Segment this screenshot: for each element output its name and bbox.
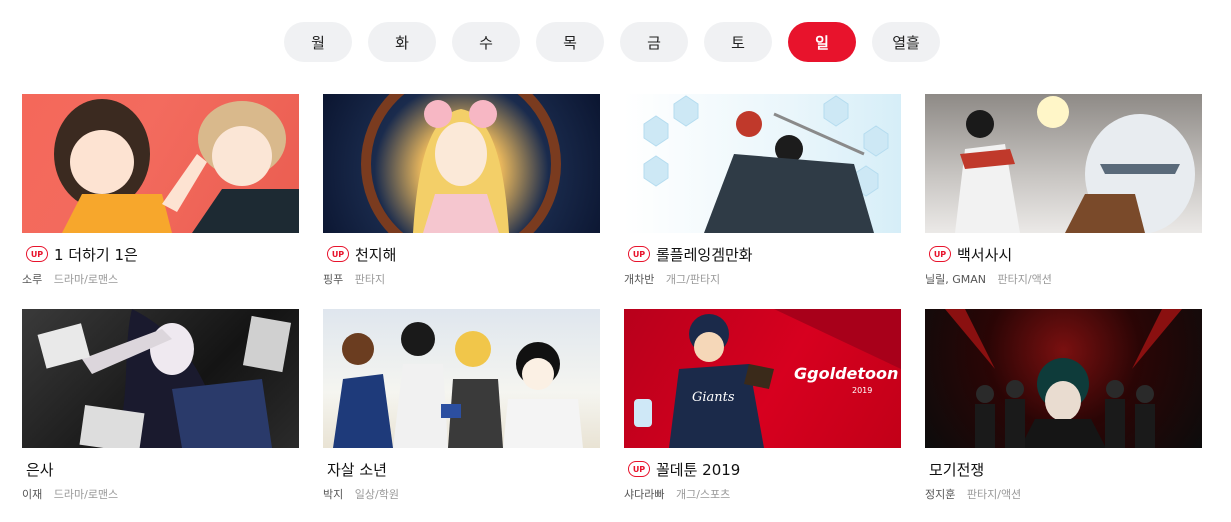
jersey-text: Giants xyxy=(692,390,735,405)
day-tabs: 월 화 수 목 금 토 일 열흘 xyxy=(284,22,940,62)
webtoon-card[interactable]: 은사 이재 드라마/로맨스 xyxy=(22,309,299,502)
webtoon-genre: 판타지/액션 xyxy=(966,488,1022,501)
webtoon-author: 핑푸 xyxy=(323,273,344,286)
webtoon-thumbnail[interactable] xyxy=(323,309,600,448)
webtoon-genre: 판타지 xyxy=(354,273,386,286)
thumbnail-art xyxy=(333,322,583,448)
tab-sun[interactable]: 일 xyxy=(788,22,856,62)
tab-fri[interactable]: 금 xyxy=(620,22,688,62)
webtoon-card[interactable]: UP 천지해 핑푸 판타지 xyxy=(323,94,600,287)
webtoon-title[interactable]: 1 더하기 1은 xyxy=(54,244,138,265)
webtoon-title[interactable]: 은사 xyxy=(26,459,54,480)
up-badge: UP xyxy=(929,246,951,262)
up-badge: UP xyxy=(327,246,349,262)
thumbnail-art xyxy=(37,309,292,448)
thumbnail-art xyxy=(54,99,299,233)
webtoon-card[interactable]: UP 롤플레잉겜만화 개차반 개그/판타지 xyxy=(624,94,901,287)
tab-wed[interactable]: 수 xyxy=(452,22,520,62)
webtoon-genre: 판타지/액션 xyxy=(997,273,1052,286)
up-badge: UP xyxy=(628,461,650,477)
thumbnail-art xyxy=(643,95,889,233)
webtoon-card[interactable]: UP 백서사시 닐릴, GMAN 판타지/액션 xyxy=(925,94,1202,287)
webtoon-thumbnail[interactable]: Giants Ggoldetoon 2019 xyxy=(624,309,901,448)
webtoon-genre: 개그/스포츠 xyxy=(675,488,731,501)
webtoon-card[interactable]: Giants Ggoldetoon 2019 UP 꼴데툰 2019 샤다라빠 … xyxy=(624,309,901,502)
webtoon-title[interactable]: 자살 소년 xyxy=(327,459,387,480)
thumbnail-art xyxy=(945,309,1182,448)
tab-tue[interactable]: 화 xyxy=(368,22,436,62)
webtoon-title[interactable]: 천지해 xyxy=(355,244,396,265)
webtoon-author: 샤다라빠 xyxy=(624,488,665,501)
up-badge: UP xyxy=(26,246,48,262)
webtoon-title[interactable]: 백서사시 xyxy=(957,244,1012,265)
tab-sat[interactable]: 토 xyxy=(704,22,772,62)
webtoon-thumbnail[interactable] xyxy=(22,309,299,448)
webtoon-thumbnail[interactable] xyxy=(624,94,901,233)
thumbnail-art: Giants Ggoldetoon 2019 xyxy=(634,309,901,448)
webtoon-author: 정지훈 xyxy=(925,488,956,501)
webtoon-card[interactable]: UP 1 더하기 1은 소루 드라마/로맨스 xyxy=(22,94,299,287)
webtoon-thumbnail[interactable] xyxy=(925,94,1202,233)
webtoon-genre: 드라마/로맨스 xyxy=(53,488,119,501)
webtoon-thumbnail[interactable] xyxy=(22,94,299,233)
thumb-logo-year: 2019 xyxy=(852,386,872,395)
webtoon-author: 이재 xyxy=(22,488,43,501)
thumbnail-art xyxy=(955,96,1195,233)
webtoon-author: 박지 xyxy=(323,488,344,501)
webtoon-title[interactable]: 모기전쟁 xyxy=(929,459,984,480)
webtoon-thumbnail[interactable] xyxy=(925,309,1202,448)
webtoon-genre: 드라마/로맨스 xyxy=(53,273,119,286)
webtoon-thumbnail[interactable] xyxy=(323,94,600,233)
webtoon-title[interactable]: 롤플레잉겜만화 xyxy=(656,244,753,265)
webtoon-card[interactable]: 자살 소년 박지 일상/학원 xyxy=(323,309,600,502)
thumbnail-art xyxy=(361,94,561,233)
webtoon-title[interactable]: 꼴데툰 2019 xyxy=(656,459,740,480)
tab-ten-days[interactable]: 열흘 xyxy=(872,22,940,62)
webtoon-genre: 일상/학원 xyxy=(354,488,399,501)
webtoon-author: 소루 xyxy=(22,273,43,286)
tab-mon[interactable]: 월 xyxy=(284,22,352,62)
thumb-logo-text: Ggoldetoon xyxy=(794,364,898,383)
webtoon-author: 개차반 xyxy=(624,273,655,286)
up-badge: UP xyxy=(628,246,650,262)
webtoon-author: 닐릴, GMAN xyxy=(925,273,987,286)
webtoon-card[interactable]: 모기전쟁 정지훈 판타지/액션 xyxy=(925,309,1202,502)
tab-thu[interactable]: 목 xyxy=(536,22,604,62)
webtoon-genre: 개그/판타지 xyxy=(665,273,721,286)
